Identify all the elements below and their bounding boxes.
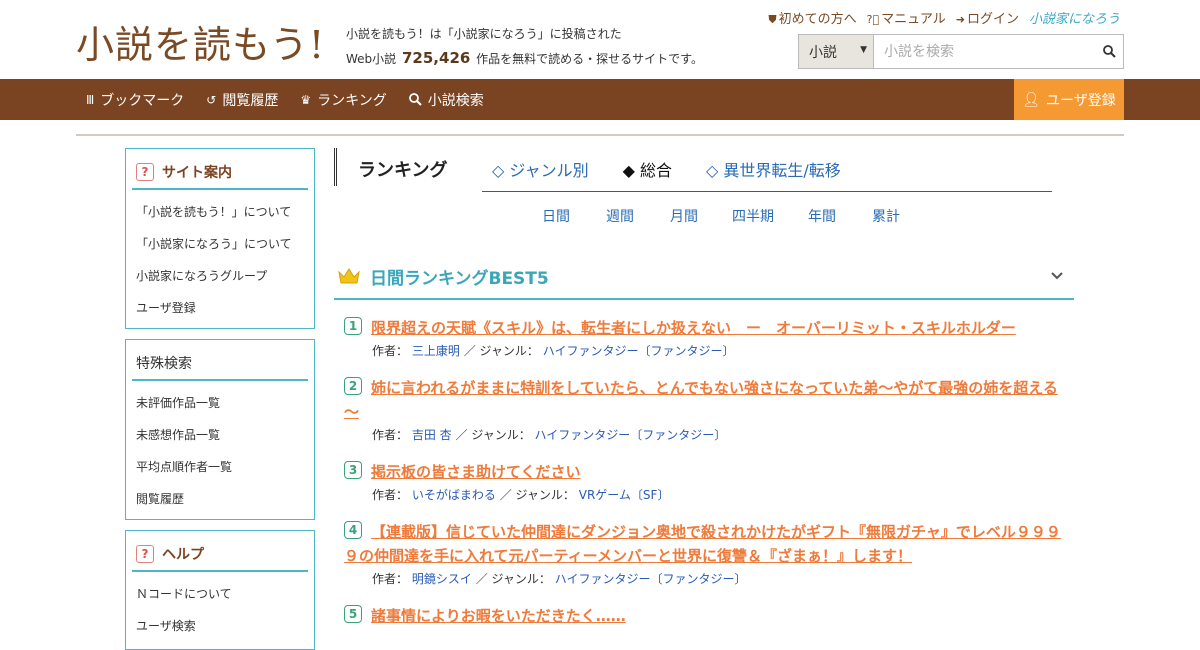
genre-link[interactable]: ハイファンタジー〔ファンタジー〕	[555, 572, 747, 586]
rank-badge: 5	[344, 605, 362, 623]
manual-link[interactable]: ?⃝ マニュアル	[867, 8, 946, 27]
ranking-content: ランキング ◇ ジャンル別 ◆ 総合 ◇ 異世界転生/転移 日間 週間 月間 四…	[334, 146, 1076, 625]
narou-logo-link[interactable]: 小説家になろう	[1029, 8, 1120, 27]
site-logo[interactable]: 小説を読もう!	[76, 14, 325, 69]
sidebar-item-user-register[interactable]: ユーザ登録	[126, 292, 314, 324]
novel-meta: 作者： 吉田 杏 ／ ジャンル： ハイファンタジー〔ファンタジー〕	[372, 428, 727, 442]
ranking-list: 1 限界超えの天賦《スキル》は、転生者にしか扱えない ー オーバーリミット・スキ…	[344, 316, 1064, 642]
novel-meta: 作者： 明鏡シスイ ／ ジャンル： ハイファンタジー〔ファンタジー〕	[372, 572, 747, 586]
novel-title-link[interactable]: 諸事情によりお暇をいただきたく……	[344, 604, 1064, 628]
crown-icon: ♛	[300, 92, 312, 107]
novel-meta: 作者： いそがばまわる ／ ジャンル： VRゲーム〔SF〕	[372, 488, 670, 502]
author-link[interactable]: いそがばまわる	[412, 488, 496, 502]
sidebar-special-search: 特殊検索 未評価作品一覧 未感想作品一覧 平均点順作者一覧 閲覧履歴	[125, 339, 315, 520]
search-button[interactable]	[1095, 35, 1123, 68]
tagline-line1: 小説を読もう！は「小説家になろう」に投稿された	[346, 27, 622, 41]
tagline-prefix: Web小説	[346, 52, 397, 66]
heading-bar	[334, 148, 337, 186]
sidebar-item-ncode[interactable]: Ｎコードについて	[126, 578, 314, 610]
novel-meta: 作者： 三上康明 ／ ジャンル： ハイファンタジー〔ファンタジー〕	[372, 344, 735, 358]
ranking-item: 5 諸事情によりお暇をいただきたく……	[344, 604, 1064, 628]
login-link[interactable]: ➜ ログイン	[956, 8, 1019, 27]
main-area: ? サイト案内 「小説を読もう！」について 「小説家になろう」について 小説家に…	[76, 134, 1124, 650]
sidebar-item-unrated[interactable]: 未評価作品一覧	[126, 387, 314, 419]
tab-genre[interactable]: ◇ ジャンル別	[482, 157, 599, 181]
period-quarterly[interactable]: 四半期	[716, 206, 790, 226]
sidebar-item-about-yomou[interactable]: 「小説を読もう！」について	[126, 196, 314, 228]
rank-badge: 4	[344, 521, 362, 539]
shield-icon: ⛊	[768, 13, 777, 26]
rank-badge: 1	[344, 317, 362, 335]
ranking-tabs: ◇ ジャンル別 ◆ 総合 ◇ 異世界転生/転移	[482, 146, 1052, 192]
sidebar-site-guide: ? サイト案内 「小説を読もう！」について 「小説家になろう」について 小説家に…	[125, 148, 315, 329]
tab-isekai[interactable]: ◇ 異世界転生/転移	[696, 157, 851, 181]
search-bar: 小説 ▼	[798, 34, 1124, 69]
bookmark-icon: Ⅲ	[86, 92, 95, 107]
help-heading: ? ヘルプ	[132, 537, 308, 572]
special-search-heading: 特殊検索	[132, 346, 308, 381]
tab-overall[interactable]: ◆ 総合	[613, 157, 682, 181]
history-icon: ↺	[206, 92, 217, 107]
period-tabs: 日間 週間 月間 四半期 年間 累計	[524, 206, 918, 226]
sidebar-help: ? ヘルプ Ｎコードについて ユーザ検索	[125, 530, 315, 650]
period-monthly[interactable]: 月間	[652, 206, 716, 226]
author-link[interactable]: 明鏡シスイ	[412, 572, 472, 586]
crown-icon	[338, 268, 360, 284]
genre-link[interactable]: VRゲーム〔SF〕	[579, 488, 670, 502]
best5-title: 日間ランキングBEST5	[370, 268, 549, 289]
nav-ranking[interactable]: ♛ ランキング	[300, 90, 386, 110]
question-icon: ?	[136, 162, 154, 181]
search-type-select[interactable]: 小説 ▼	[799, 35, 874, 68]
rank-badge: 2	[344, 377, 362, 395]
first-time-link[interactable]: ⛊ 初めての方へ	[768, 8, 856, 27]
genre-link[interactable]: ハイファンタジー〔ファンタジー〕	[543, 344, 735, 358]
novel-title-link[interactable]: 限界超えの天賦《スキル》は、転生者にしか扱えない ー オーバーリミット・スキルホ…	[344, 316, 1064, 340]
author-link[interactable]: 三上康明	[412, 344, 460, 358]
nav-bookmark[interactable]: Ⅲ ブックマーク	[86, 90, 184, 110]
ranking-item: 1 限界超えの天賦《スキル》は、転生者にしか扱えない ー オーバーリミット・スキ…	[344, 316, 1064, 362]
ranking-title: ランキング	[358, 160, 448, 181]
ranking-item: 2 姉に言われるがままに特訓をしていたら、とんでもない強さになっていた弟～やがて…	[344, 376, 1064, 446]
rank-badge: 3	[344, 461, 362, 479]
sidebar-item-avg-authors[interactable]: 平均点順作者一覧	[126, 451, 314, 483]
sidebar-item-no-review[interactable]: 未感想作品一覧	[126, 419, 314, 451]
sidebar-item-user-search[interactable]: ユーザ検索	[126, 610, 314, 642]
period-weekly[interactable]: 週間	[588, 206, 652, 226]
sidebar-item-narou-group[interactable]: 小説家になろうグループ	[126, 260, 314, 292]
tagline-suffix: 作品を無料で読める・探せるサイトです。	[476, 52, 703, 66]
nav-search[interactable]: 小説検索	[408, 90, 484, 110]
tagline-line2: Web小説 725,426 作品を無料で読める・探せるサイトです。	[346, 46, 703, 71]
genre-link[interactable]: ハイファンタジー〔ファンタジー〕	[535, 428, 727, 442]
login-icon: ➜	[955, 13, 965, 26]
search-icon	[408, 93, 422, 106]
ranking-item: 4 【連載版】信じていた仲間達にダンジョン奥地で殺されかけたがギフト『無限ガチャ…	[344, 520, 1064, 590]
question-circle-icon: ?⃝	[866, 13, 880, 26]
main-nav: Ⅲ ブックマーク ↺ 閲覧履歴 ♛ ランキング 小説検索 👤︎ ユーザ登録	[0, 79, 1200, 120]
ranking-item: 3 掲示板の皆さま助けてください 作者： いそがばまわる ／ ジャンル： VRゲ…	[344, 460, 1064, 506]
site-tagline: 小説を読もう！は「小説家になろう」に投稿された Web小説 725,426 作品…	[346, 22, 703, 71]
search-icon	[1102, 45, 1116, 58]
nav-history[interactable]: ↺ 閲覧履歴	[206, 90, 278, 110]
dropdown-arrow-icon: ▼	[860, 45, 867, 55]
register-button[interactable]: 👤︎ ユーザ登録	[1014, 79, 1124, 120]
top-links: ⛊ 初めての方へ ?⃝ マニュアル ➜ ログイン 小説家になろう	[768, 8, 1120, 27]
site-header: 小説を読もう! 小説を読もう！は「小説家になろう」に投稿された Web小説 72…	[0, 0, 1200, 79]
chevron-down-icon[interactable]	[1050, 266, 1064, 285]
author-link[interactable]: 吉田 杏	[412, 428, 452, 442]
novel-title-link[interactable]: 掲示板の皆さま助けてください	[344, 460, 1064, 484]
period-total[interactable]: 累計	[854, 206, 918, 226]
question-icon: ?	[136, 544, 154, 563]
search-input[interactable]	[874, 35, 1095, 68]
best5-header[interactable]: 日間ランキングBEST5	[334, 254, 1074, 300]
novel-title-link[interactable]: 【連載版】信じていた仲間達にダンジョン奥地で殺されかけたがギフト『無限ガチャ』で…	[344, 520, 1064, 568]
site-guide-heading: ? サイト案内	[132, 155, 308, 190]
work-count: 725,426	[402, 49, 471, 67]
sidebar-item-history[interactable]: 閲覧履歴	[126, 483, 314, 515]
sidebar-item-about-narou[interactable]: 「小説家になろう」について	[126, 228, 314, 260]
period-yearly[interactable]: 年間	[790, 206, 854, 226]
user-icon: 👤︎	[1022, 91, 1041, 108]
novel-title-link[interactable]: 姉に言われるがままに特訓をしていたら、とんでもない強さになっていた弟～やがて最強…	[344, 376, 1064, 424]
period-daily[interactable]: 日間	[524, 206, 588, 226]
